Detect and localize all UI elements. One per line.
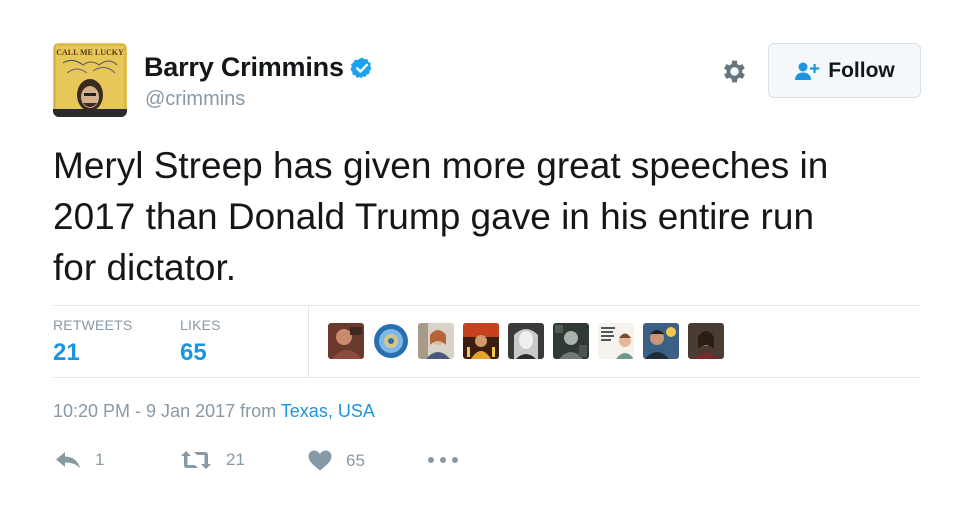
like-button[interactable]: 65 <box>308 450 365 471</box>
stats-divider-vertical <box>308 306 309 377</box>
liker-avatar[interactable] <box>508 323 544 359</box>
user-name[interactable]: Barry Crimmins <box>144 52 344 83</box>
follow-button[interactable]: Follow <box>768 43 921 98</box>
avatar-image: CALL ME LUCKY <box>53 43 127 117</box>
tweet-timestamp: 10:20 PM - 9 Jan 2017 from Texas, USA <box>53 401 375 422</box>
liker-avatar[interactable] <box>418 323 454 359</box>
avatar-title: CALL ME LUCKY <box>56 48 124 57</box>
gear-icon[interactable] <box>720 57 749 86</box>
stats-divider-bottom <box>53 377 921 378</box>
like-count: 65 <box>346 450 365 470</box>
tweet-text-line: for dictator. <box>53 247 237 288</box>
more-button[interactable] <box>427 450 459 470</box>
avatar[interactable]: CALL ME LUCKY <box>53 43 127 117</box>
likes-label: LIKES <box>180 317 221 333</box>
tweet-text: Meryl Streep has given more great speech… <box>53 140 923 293</box>
liker-avatar[interactable] <box>373 323 409 359</box>
reply-icon <box>56 452 80 468</box>
follow-person-icon <box>795 62 820 80</box>
likes-stat[interactable]: LIKES 65 <box>180 317 221 367</box>
liker-avatar[interactable] <box>328 323 364 359</box>
liker-avatars <box>328 323 733 359</box>
stats-divider-top <box>53 305 921 306</box>
retweet-icon <box>181 451 211 469</box>
tweet-actions: 1 21 65 <box>55 450 475 478</box>
liker-avatar[interactable] <box>643 323 679 359</box>
heart-icon <box>308 450 332 471</box>
retweet-count: 21 <box>226 450 245 469</box>
user-handle[interactable]: @crimmins <box>145 88 245 111</box>
verified-badge-icon <box>350 57 372 78</box>
retweets-label: RETWEETS <box>53 317 133 333</box>
tweet-text-line: Meryl Streep has given more great speech… <box>53 145 829 186</box>
liker-avatar[interactable] <box>688 323 724 359</box>
liker-avatar[interactable] <box>598 323 634 359</box>
likes-count: 65 <box>180 339 207 366</box>
liker-avatar[interactable] <box>553 323 589 359</box>
follow-button-label: Follow <box>828 58 895 82</box>
reply-count: 1 <box>95 450 105 469</box>
liker-avatar[interactable] <box>463 323 499 359</box>
tweet-text-line: 2017 than Donald Trump gave in his entir… <box>53 196 815 237</box>
retweets-count: 21 <box>53 339 80 366</box>
retweets-stat[interactable]: RETWEETS 21 <box>53 317 132 367</box>
tweet-location[interactable]: Texas, USA <box>281 401 375 421</box>
tweet-time[interactable]: 10:20 PM - 9 Jan 2017 from <box>53 401 281 421</box>
retweet-button[interactable]: 21 <box>180 450 245 470</box>
reply-button[interactable]: 1 <box>55 450 104 470</box>
more-icon <box>428 457 458 463</box>
